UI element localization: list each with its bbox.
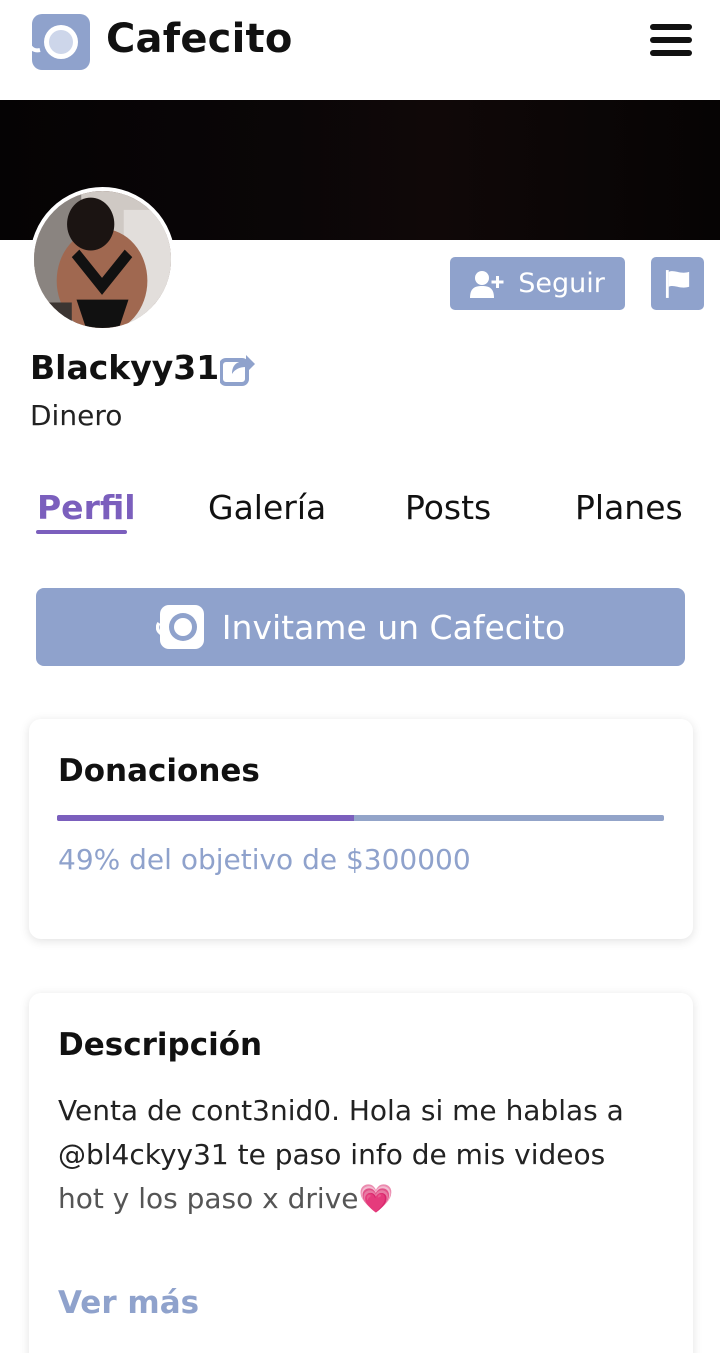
see-more-link[interactable]: Ver más [58, 1285, 199, 1321]
donation-progress-bar [57, 815, 664, 821]
tab-posts[interactable]: Posts [405, 488, 491, 527]
follow-label: Seguir [518, 268, 605, 299]
brand-name[interactable]: Cafecito [106, 16, 293, 62]
description-text: Venta de cont3nid0. Hola si me hablas a … [58, 1089, 668, 1221]
donation-progress-fill [57, 815, 355, 821]
donations-title: Donaciones [58, 753, 260, 789]
donation-goal-text: 49% del objetivo de $300000 [58, 843, 471, 876]
tab-perfil[interactable]: Perfil [37, 488, 136, 527]
donations-card: Donaciones 49% del objetivo de $300000 [29, 719, 693, 939]
invite-label: Invitame un Cafecito [221, 607, 566, 647]
active-tab-indicator [36, 530, 127, 534]
invite-cafecito-button[interactable]: Invitame un Cafecito [36, 588, 685, 666]
description-line: Venta de cont3nid0. Hola si me hablas a [58, 1094, 624, 1127]
tab-galeria[interactable]: Galería [208, 488, 326, 527]
profile-username: Blackyy31 [30, 348, 220, 387]
tab-planes[interactable]: Planes [575, 488, 683, 527]
user-plus-icon [470, 270, 504, 298]
hamburger-menu-icon[interactable] [650, 24, 692, 62]
heart-emoji: 💗 [358, 1182, 394, 1215]
description-line: hot y los paso x drive💗 [58, 1177, 668, 1221]
top-header: Cafecito [0, 0, 720, 100]
cafecito-cup-icon [155, 605, 204, 649]
report-flag-button[interactable] [651, 257, 704, 310]
profile-subtitle: Dinero [30, 399, 123, 432]
avatar[interactable] [30, 187, 175, 332]
description-line: @bl4ckyy31 te paso info de mis videos [58, 1138, 606, 1171]
description-line-text: hot y los paso x drive [58, 1182, 359, 1215]
flag-icon [665, 269, 689, 298]
cafecito-logo-icon[interactable] [26, 14, 90, 70]
description-card: Descripción Venta de cont3nid0. Hola si … [29, 993, 693, 1353]
description-title: Descripción [58, 1027, 263, 1063]
follow-button[interactable]: Seguir [450, 257, 625, 310]
share-icon[interactable] [220, 352, 256, 386]
